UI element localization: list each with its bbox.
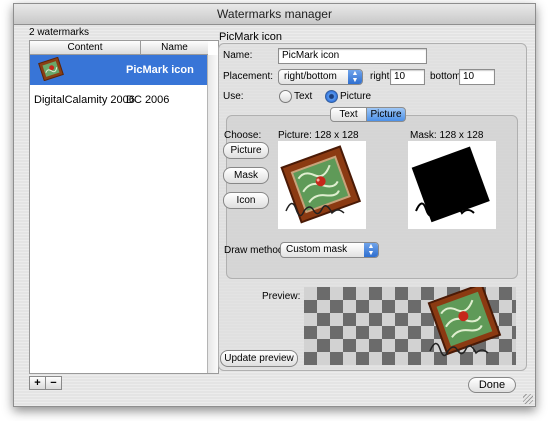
placement-value: right/bottom xyxy=(284,71,337,82)
picmark-thumbnail-icon xyxy=(38,56,64,82)
list-row-name: PicMark icon xyxy=(126,64,194,76)
name-label: Name: xyxy=(223,50,253,61)
draw-method-label: Draw method: xyxy=(224,245,287,256)
picture-image[interactable] xyxy=(278,141,366,229)
use-picture-label: Picture xyxy=(340,91,372,102)
right-label: right xyxy=(370,71,390,82)
mask-image[interactable] xyxy=(408,141,496,229)
done-button[interactable]: Done xyxy=(468,377,516,393)
tab-picture[interactable]: Picture xyxy=(366,107,406,122)
list-row-picmark[interactable]: PicMark icon xyxy=(30,55,208,85)
window-title: Watermarks manager xyxy=(14,4,535,25)
name-field[interactable]: PicMark icon xyxy=(278,48,427,64)
choose-icon-button[interactable]: Icon xyxy=(223,192,269,209)
picture-caption: Picture: 128 x 128 xyxy=(278,130,359,141)
use-label: Use: xyxy=(223,91,244,102)
update-preview-button[interactable]: Update preview xyxy=(220,350,298,367)
choose-label: Choose: xyxy=(224,130,262,141)
use-text-label: Text xyxy=(294,91,313,102)
resize-grip-icon[interactable] xyxy=(523,394,533,404)
popup-arrows-icon: ▲ ▼ xyxy=(364,243,378,257)
bottom-offset-field[interactable]: 10 xyxy=(459,69,495,85)
watermark-count-label: 2 watermarks xyxy=(29,27,90,38)
right-offset-field[interactable]: 10 xyxy=(390,69,425,85)
preview-image xyxy=(304,287,516,365)
detail-header: PicMark icon xyxy=(219,31,282,43)
column-header-name[interactable]: Name xyxy=(141,41,208,55)
watermarks-manager-window: Watermarks manager 2 watermarks Content … xyxy=(13,3,536,407)
tab-text[interactable]: Text xyxy=(330,107,367,122)
list-row-content: DigitalCalamity 2006 xyxy=(34,94,135,106)
placement-popup[interactable]: right/bottom ▲ ▼ xyxy=(278,69,363,85)
draw-method-value: Custom mask xyxy=(286,244,348,255)
remove-watermark-button[interactable]: − xyxy=(45,376,62,390)
preview-label: Preview: xyxy=(262,291,301,302)
bottom-label: bottom xyxy=(430,71,461,82)
use-text-radio[interactable] xyxy=(279,90,292,103)
column-header-content[interactable]: Content xyxy=(30,41,141,55)
watermark-list[interactable]: Content Name PicMark icon DigitalCalamit… xyxy=(29,40,219,374)
list-row-dc2006[interactable]: DigitalCalamity 2006 DC 2006 xyxy=(30,85,208,115)
choose-mask-button[interactable]: Mask xyxy=(223,167,269,184)
placement-label: Placement: xyxy=(223,71,274,82)
list-scrollbar[interactable] xyxy=(207,55,218,373)
mask-caption: Mask: 128 x 128 xyxy=(410,130,484,141)
draw-method-popup[interactable]: Custom mask ▲ ▼ xyxy=(280,242,379,258)
list-row-name: DC 2006 xyxy=(126,94,170,106)
popup-arrows-icon: ▲ ▼ xyxy=(348,70,362,84)
choose-picture-button[interactable]: Picture xyxy=(223,142,269,159)
add-watermark-button[interactable]: + xyxy=(29,376,46,390)
text-picture-tabs: Text Picture xyxy=(330,107,406,122)
use-picture-radio[interactable] xyxy=(325,90,338,103)
